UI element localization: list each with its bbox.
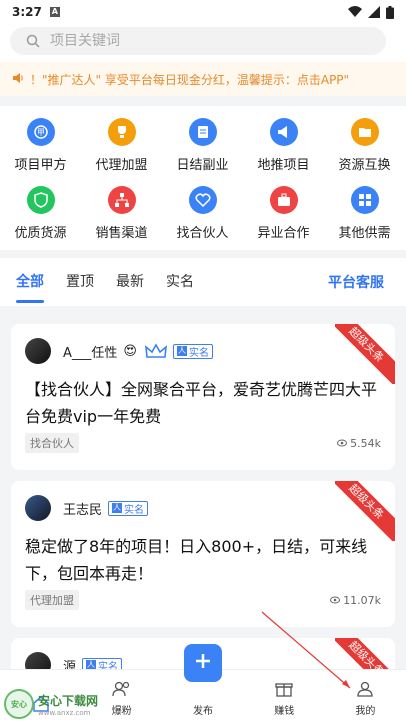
verified-label: 实名 [124, 504, 145, 516]
eye-icon [337, 439, 348, 447]
status-bar: 3:27 A [0, 0, 406, 24]
heart-icon [188, 186, 217, 214]
category-label: 日结副业 [176, 158, 229, 173]
category-row-2: 优质货源 销售渠道 找合伙人 异业合作 其他供需 [0, 184, 406, 252]
category-item[interactable]: 地推项目 [243, 116, 324, 184]
nav-label: 发布 [193, 706, 213, 717]
status-icons [348, 5, 394, 19]
ribbon-label: 超级头条 [335, 481, 395, 541]
post-tag[interactable]: 找合伙人 [25, 433, 79, 453]
category-item[interactable]: 代理加盟 [81, 116, 162, 184]
network-icon [107, 186, 136, 214]
user-icon [357, 681, 374, 697]
customer-service-link[interactable]: 平台客服 [328, 272, 384, 292]
search-icon [26, 34, 40, 48]
ribbon: 超级头条 [335, 324, 395, 384]
battery-icon [386, 5, 394, 19]
watermark: 安心 安心下载网 www.anxz.com [4, 689, 98, 719]
watermark-name: 安心下载网 [38, 693, 99, 708]
post-card[interactable]: 超级头条 A___任性 😍 人实名 【找合伙人】全网聚合平台，爱奇艺优腾芒四大平… [11, 324, 395, 470]
category-label: 其他供需 [338, 226, 391, 241]
category-label: 地推项目 [257, 158, 310, 173]
category-row-1: 甲 项目甲方 代理加盟 日结副业 地推项目 资源互换 [0, 116, 406, 184]
notice-bar[interactable]: ！"推广达人" 享受平台每日现金分红，温馨提示：点击APP" [0, 62, 406, 96]
nav-label: 爆粉 [111, 706, 132, 717]
avatar[interactable] [25, 338, 51, 364]
tab-all[interactable]: 全部 [16, 271, 44, 303]
ribbon-label: 超级头条 [335, 324, 395, 384]
category-label: 资源互换 [338, 158, 391, 173]
folder-icon [350, 118, 379, 146]
status-time: 3:27 [12, 5, 42, 19]
author-name[interactable]: A___任性 [63, 342, 117, 361]
category-item[interactable]: 找合伙人 [162, 184, 243, 252]
search-box[interactable] [10, 27, 386, 55]
tab-pinned[interactable]: 置顶 [66, 271, 94, 293]
view-count-value: 5.54k [350, 436, 381, 450]
category-item[interactable]: 资源互换 [324, 116, 405, 184]
avatar[interactable] [25, 495, 51, 521]
notice-text: ！"推广达人" 享受平台每日现金分红，温馨提示：点击APP" [30, 72, 350, 87]
plus-icon [196, 654, 210, 668]
tab-latest[interactable]: 最新 [116, 271, 144, 293]
person-icon: 人 [112, 503, 123, 513]
category-label: 异业合作 [257, 226, 310, 241]
author-name[interactable]: 王志民 [63, 499, 102, 518]
emoji-icon: 😍 [123, 343, 137, 359]
crown-icon [144, 343, 167, 358]
category-grid: 甲 项目甲方 代理加盟 日结副业 地推项目 资源互换 优质货源 销售渠道 找合伙… [0, 106, 406, 250]
view-count: 11.07k [330, 594, 381, 607]
post-card[interactable]: 超级头条 王志民 人实名 稳定做了8年的项目！日入800+，日结，可来线下，包回… [11, 481, 395, 627]
speaker-icon [12, 72, 24, 87]
wifi-icon [348, 6, 362, 17]
notification-a-icon: A [49, 7, 60, 17]
watermark-url: www.anxz.com [38, 708, 91, 717]
person-icon: 人 [176, 346, 187, 356]
search-input[interactable] [50, 33, 350, 49]
grid-icon [350, 186, 379, 214]
post-footer: 找合伙人 5.54k [11, 430, 395, 456]
verified-badge: 人实名 [172, 343, 213, 359]
category-label: 找合伙人 [176, 226, 229, 241]
publish-button[interactable] [184, 644, 222, 682]
category-label: 优质货源 [14, 226, 67, 241]
category-item[interactable]: 其他供需 [324, 184, 405, 252]
tab-verified[interactable]: 实名 [166, 271, 194, 293]
filter-tabs: 全部 置顶 最新 实名 平台客服 [0, 258, 406, 306]
verified-badge: 人实名 [108, 500, 149, 516]
search-bar [0, 24, 406, 62]
category-item[interactable]: 销售渠道 [81, 184, 162, 252]
category-item[interactable]: 日结副业 [162, 116, 243, 184]
nav-publish[interactable]: 发布 [162, 644, 243, 723]
category-item[interactable]: 优质货源 [0, 184, 81, 252]
nav-label: 我的 [355, 706, 376, 717]
app-screen: 3:27 A ！"推广达人" 享受平台每日现金分红，温馨提示：点击APP" 甲 … [0, 0, 406, 723]
signal-icon [368, 6, 380, 18]
post-tag[interactable]: 代理加盟 [25, 590, 79, 610]
view-count-value: 11.07k [343, 593, 381, 607]
category-label: 销售渠道 [95, 226, 148, 241]
watermark-logo: 安心 [4, 689, 34, 719]
nav-label: 赚钱 [274, 706, 295, 717]
category-label: 代理加盟 [95, 158, 148, 173]
gift-icon [275, 683, 293, 697]
nav-earn[interactable]: 赚钱 [244, 670, 325, 723]
verified-label: 实名 [188, 347, 209, 359]
post-footer: 代理加盟 11.07k [11, 587, 395, 613]
category-item[interactable]: 甲 项目甲方 [0, 116, 81, 184]
category-item[interactable]: 异业合作 [243, 184, 324, 252]
category-label: 项目甲方 [14, 158, 67, 173]
view-count: 5.54k [337, 437, 381, 450]
document-icon [188, 118, 217, 146]
eye-icon [330, 596, 341, 604]
megaphone-icon [269, 118, 298, 146]
shield-icon [26, 186, 55, 214]
trophy-icon [107, 118, 136, 146]
users-icon [112, 681, 129, 697]
ribbon: 超级头条 [335, 481, 395, 541]
badge-icon: 甲 [26, 118, 55, 146]
briefcase-icon [269, 186, 298, 214]
svg-text:甲: 甲 [37, 128, 45, 137]
nav-profile[interactable]: 我的 [325, 670, 406, 723]
